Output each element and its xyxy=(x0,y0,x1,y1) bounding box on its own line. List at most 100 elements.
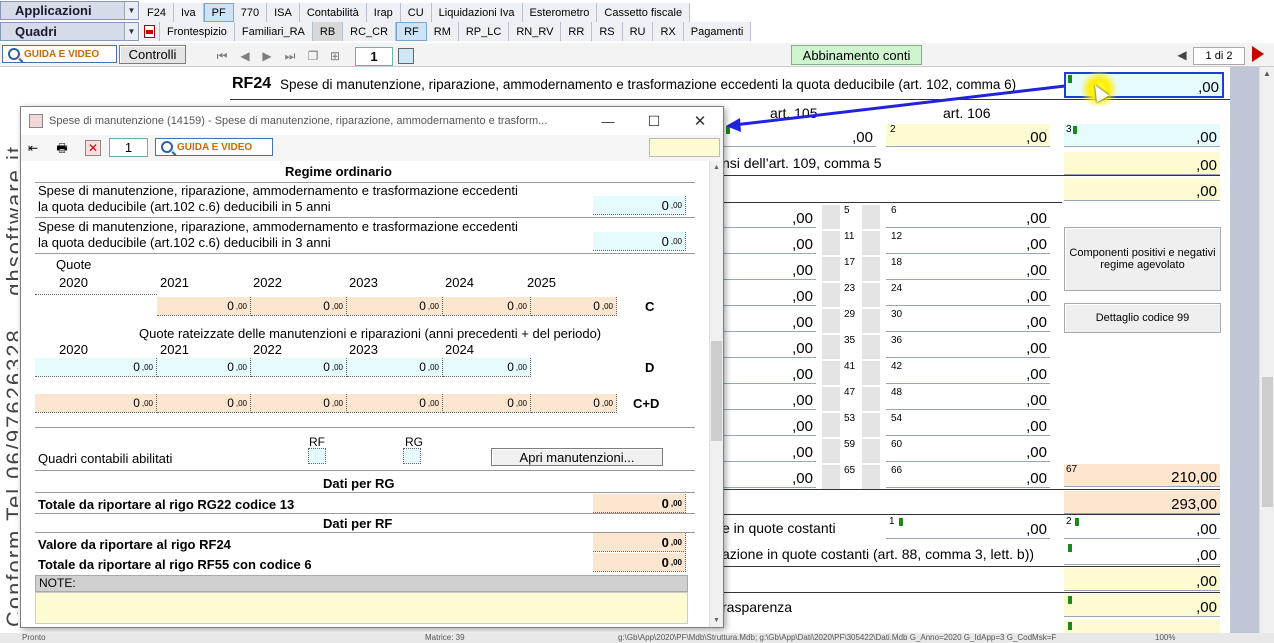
rf-quote-field-2[interactable]: ,00 xyxy=(1064,516,1220,539)
tab-isa[interactable]: ISA xyxy=(267,3,300,22)
quota-cd-2024[interactable]: 0,00 xyxy=(443,394,531,413)
rf-row-field[interactable]: ,00 xyxy=(1064,568,1220,591)
quota-c-2021[interactable]: 0,00 xyxy=(157,297,251,316)
dialog-scrollbar[interactable]: ▲ ▼ xyxy=(709,161,723,627)
first-page-icon[interactable]: ⏮ xyxy=(215,49,229,63)
tab-iva[interactable]: Iva xyxy=(174,3,204,22)
deducibili-5-anni-field[interactable]: 0,00 xyxy=(593,196,686,215)
grid-field-right[interactable]: ,00 xyxy=(886,413,1050,436)
grid-field-left[interactable]: ,00 xyxy=(724,309,816,332)
grid-field-right[interactable]: ,00 xyxy=(886,439,1050,462)
prev-page-icon[interactable]: ◀ xyxy=(238,49,252,63)
guida-video-button[interactable]: GUIDA E VIDEO xyxy=(2,45,117,63)
quota-d-2021[interactable]: 0,00 xyxy=(157,358,251,377)
dialog-guida-video-button[interactable]: GUIDA E VIDEO xyxy=(155,138,273,156)
subtab-rf[interactable]: RF xyxy=(396,22,427,41)
totale-rg22-field[interactable]: 0,00 xyxy=(593,494,686,513)
dialog-page-field[interactable]: 1 xyxy=(109,138,148,157)
field-293[interactable]: 293,00 xyxy=(1064,491,1220,514)
grid-field-right[interactable]: ,00 xyxy=(886,257,1050,280)
subtab-rr[interactable]: RR xyxy=(561,22,593,41)
grid-field-left[interactable]: ,00 xyxy=(724,465,816,488)
rf27-field[interactable]: ,00 xyxy=(1064,178,1220,201)
print-icon[interactable]: 🖶 xyxy=(53,140,71,156)
grid-field-left[interactable]: ,00 xyxy=(724,439,816,462)
quota-cd-2021[interactable]: 0,00 xyxy=(157,394,251,413)
grid-field-right[interactable]: ,00 xyxy=(886,335,1050,358)
chevron-down-icon[interactable]: ▼ xyxy=(124,2,138,19)
grid-field-left[interactable]: ,00 xyxy=(724,361,816,384)
subtab-frontespizio[interactable]: Frontespizio xyxy=(160,22,235,41)
quota-c-2022[interactable]: 0,00 xyxy=(251,297,347,316)
tab-cu[interactable]: CU xyxy=(401,3,432,22)
prev-form-page-icon[interactable]: ◀ xyxy=(1175,48,1189,62)
next-page-icon[interactable]: ▶ xyxy=(260,49,274,63)
quota-d-2020[interactable]: 0,00 xyxy=(35,358,157,377)
grid-field-left[interactable]: ,00 xyxy=(724,283,816,306)
applicazioni-combo[interactable]: Applicazioni ▼ xyxy=(0,1,139,20)
add-page-icon[interactable]: ⊞ xyxy=(328,49,342,63)
grid-field-right[interactable]: ,00 xyxy=(886,309,1050,332)
minimize-icon[interactable]: — xyxy=(585,114,631,129)
grid-field-left[interactable]: ,00 xyxy=(724,257,816,280)
tab-irap[interactable]: Irap xyxy=(367,3,401,22)
dettaglio-codice-99-button[interactable]: Dettaglio codice 99 xyxy=(1064,303,1221,333)
tab-pf[interactable]: PF xyxy=(203,3,234,22)
close-icon[interactable]: ✕ xyxy=(677,112,723,130)
tab-contabilita[interactable]: Contabilità xyxy=(300,3,367,22)
quota-c-2024[interactable]: 0,00 xyxy=(443,297,531,316)
tab-cassetto-fiscale[interactable]: Cassetto fiscale xyxy=(597,3,691,22)
rg-checkbox[interactable] xyxy=(403,448,421,464)
quota-cd-2020[interactable]: 0,00 xyxy=(35,394,157,413)
maximize-icon[interactable]: ☐ xyxy=(631,113,677,130)
componenti-positivi-button[interactable]: Componenti positivi e negativi regime ag… xyxy=(1064,227,1221,291)
tab-770[interactable]: 770 xyxy=(234,3,268,22)
deducibili-3-anni-field[interactable]: 0,00 xyxy=(593,232,686,251)
grid-field-left[interactable]: ,00 xyxy=(724,231,816,254)
grid-field-right[interactable]: ,00 xyxy=(886,231,1050,254)
tab-liquidazioni-iva[interactable]: Liquidazioni Iva xyxy=(432,3,523,22)
tab-f24[interactable]: F24 xyxy=(140,3,174,22)
quota-d-2024[interactable]: 0,00 xyxy=(443,358,531,377)
quota-c-2023[interactable]: 0,00 xyxy=(347,297,443,316)
grid-field-right[interactable]: ,00 xyxy=(886,387,1050,410)
apri-manutenzioni-button[interactable]: Apri manutenzioni... xyxy=(491,448,663,466)
quota-cd-2022[interactable]: 0,00 xyxy=(251,394,347,413)
rf25-field-3[interactable]: ,00 xyxy=(1064,124,1220,147)
rf-quote-field-1[interactable]: ,00 xyxy=(886,516,1050,539)
main-scrollbar[interactable]: ▲ xyxy=(1259,67,1274,633)
valore-rf24-field[interactable]: 0,00 xyxy=(593,533,686,552)
subtab-ru[interactable]: RU xyxy=(623,22,654,41)
exit-icon[interactable]: ⇤ xyxy=(25,140,41,156)
quota-c-2025[interactable]: 0,00 xyxy=(531,297,617,316)
subtab-rc-cr[interactable]: RC_CR xyxy=(343,22,397,41)
grid-field-right[interactable]: ,00 xyxy=(886,205,1050,228)
abbinamento-conti-button[interactable]: Abbinamento conti xyxy=(791,45,922,65)
grid-field-left[interactable]: ,00 xyxy=(724,413,816,436)
subtab-rs[interactable]: RS xyxy=(592,22,623,41)
tab-esterometro[interactable]: Esterometro xyxy=(523,3,598,22)
subtab-rn-rv[interactable]: RN_RV xyxy=(509,22,562,41)
field-67[interactable]: 210,00 xyxy=(1064,464,1220,487)
subtab-rp-lc[interactable]: RP_LC xyxy=(459,22,510,41)
copy-icon[interactable]: ❐ xyxy=(306,49,320,63)
rf30-field[interactable] xyxy=(1064,620,1220,633)
note-field[interactable] xyxy=(35,592,688,624)
quota-d-2022[interactable]: 0,00 xyxy=(251,358,347,377)
rf-checkbox[interactable] xyxy=(308,448,326,464)
page-number-field[interactable]: 1 xyxy=(355,47,393,66)
next-form-page-icon[interactable] xyxy=(1252,46,1264,62)
grid-field-left[interactable]: ,00 xyxy=(724,335,816,358)
last-page-icon[interactable]: ⏭ xyxy=(283,49,297,63)
delete-icon[interactable]: ✕ xyxy=(85,140,101,156)
grid-field-left[interactable]: ,00 xyxy=(724,387,816,410)
rf-trasparenza-field[interactable]: ,00 xyxy=(1064,594,1220,617)
grid-field-right[interactable]: ,00 xyxy=(886,283,1050,306)
subtab-rx[interactable]: RX xyxy=(653,22,684,41)
controlli-button[interactable]: Controlli xyxy=(119,45,186,64)
rf-art88-field[interactable]: ,00 xyxy=(1064,542,1220,565)
quadri-combo[interactable]: Quadri ▼ xyxy=(0,22,139,41)
grid-field-right[interactable]: ,00 xyxy=(886,465,1050,488)
grid-field-right[interactable]: ,00 xyxy=(886,361,1050,384)
grid-field-left[interactable]: ,00 xyxy=(724,205,816,228)
